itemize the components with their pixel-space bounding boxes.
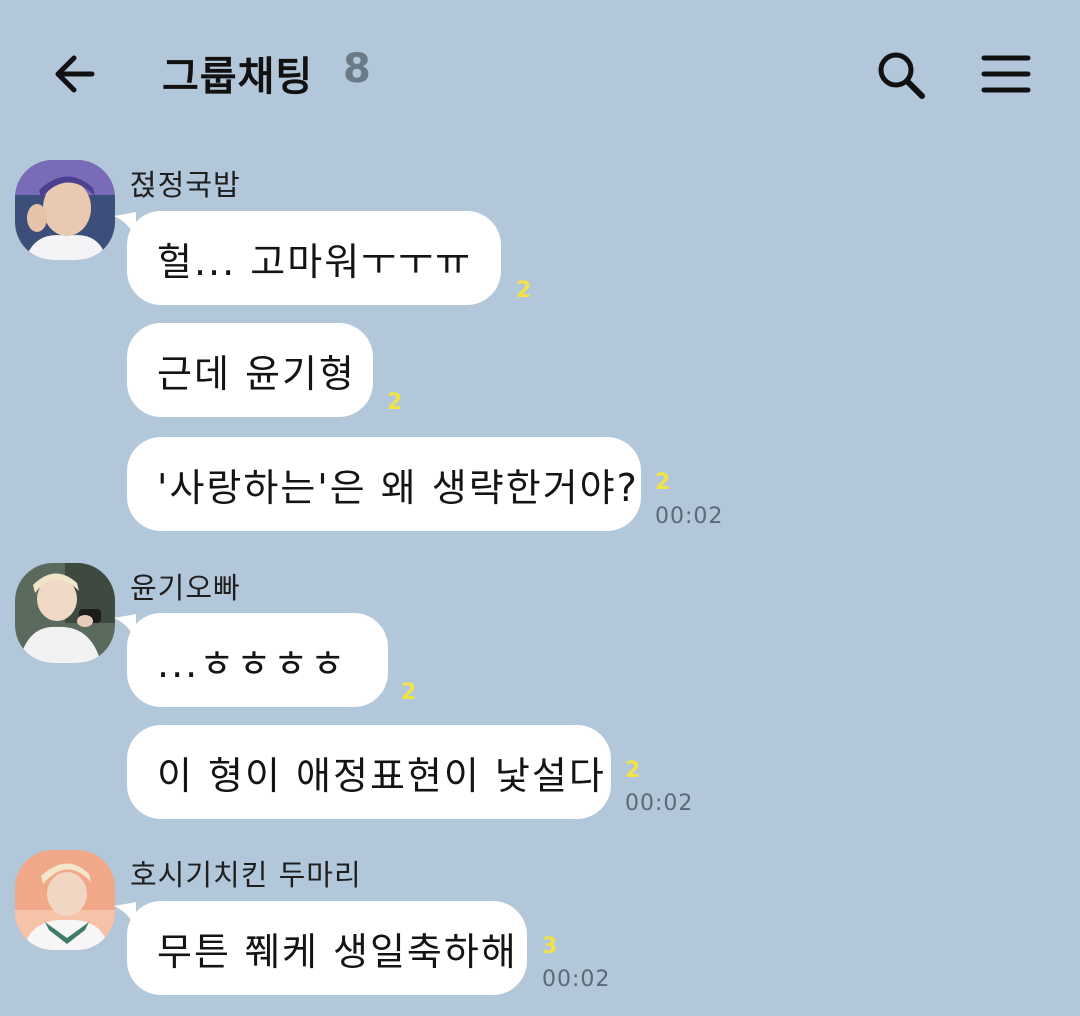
message-bubble[interactable]: '사랑하는'은 왜 생략한거야? (127, 437, 641, 531)
message-bubble[interactable]: 무튼 쮀케 생일축하해 (127, 901, 527, 995)
message-bubble[interactable]: 헐... 고마워ㅜㅜㅠ (127, 211, 501, 305)
back-button[interactable] (48, 48, 104, 100)
message-bubble[interactable]: 이 형이 애정표현이 낯설다 (127, 725, 611, 819)
sender-name: 윤기오빠 (130, 571, 241, 605)
unread-count: 2 (655, 470, 671, 495)
avatar-photo-icon (15, 160, 115, 260)
avatar[interactable] (15, 563, 115, 663)
avatar-photo-icon (15, 563, 115, 663)
unread-count: 2 (387, 390, 403, 415)
message-time: 00:02 (655, 504, 724, 529)
message-bubble[interactable]: 근데 윤기형 (127, 323, 373, 417)
menu-button[interactable] (978, 50, 1034, 98)
hamburger-menu-icon (981, 55, 1031, 93)
search-icon (878, 52, 925, 99)
unread-count: 3 (542, 934, 558, 959)
unread-count: 2 (625, 758, 641, 783)
unread-count: 2 (516, 278, 532, 303)
message-bubble[interactable]: ...ㅎㅎㅎㅎ (127, 613, 388, 707)
sender-name: 호시기치킨 두마리 (130, 858, 362, 892)
message-time: 00:02 (625, 791, 694, 816)
member-count: 8 (343, 46, 371, 92)
message-time: 00:02 (542, 967, 611, 992)
avatar[interactable] (15, 850, 115, 950)
avatar-photo-icon (15, 850, 115, 950)
unread-count: 2 (401, 680, 417, 705)
chat-title: 그룹채팅 (162, 54, 314, 100)
back-arrow-icon (55, 55, 95, 93)
sender-name: 젅정국밥 (130, 168, 241, 202)
chat-header: 그룹채팅 8 (0, 0, 1080, 145)
search-button[interactable] (872, 48, 930, 104)
avatar[interactable] (15, 160, 115, 260)
